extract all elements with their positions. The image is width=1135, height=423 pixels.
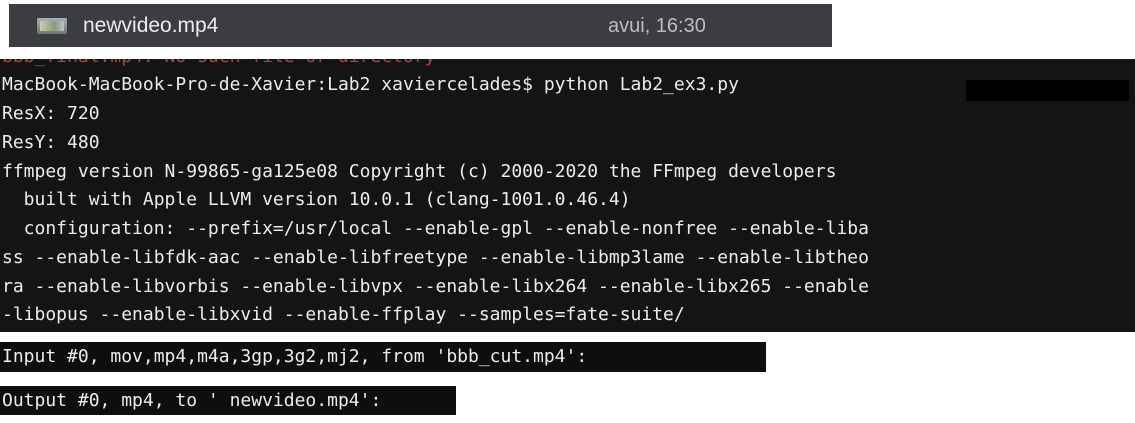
- terminal-output-strip: Output #0, mp4, to ' newvideo.mp4':: [0, 386, 456, 415]
- terminal-line-configuration-4: -libopus --enable-libxvid --enable-ffpla…: [2, 304, 685, 325]
- video-file-icon: [37, 18, 67, 34]
- terminal-input-line: Input #0, mov,mp4,m4a,3gp,3g2,mj2, from …: [2, 346, 588, 367]
- terminal-line-configuration: configuration: --prefix=/usr/local --ena…: [2, 218, 869, 239]
- terminal-output-line: Output #0, mp4, to ' newvideo.mp4':: [2, 390, 382, 411]
- terminal-line-resy: ResY: 480: [2, 132, 100, 153]
- finder-file-row[interactable]: newvideo.mp4 avui, 16:30: [9, 4, 832, 47]
- terminal-command-line: MacBook-MacBook-Pro-de-Xavier:Lab2 xavie…: [2, 74, 739, 95]
- terminal-error-line: bbb_final.mp4: No such file or directory: [2, 59, 435, 69]
- redaction-bar: [966, 80, 1129, 101]
- terminal-line-ffmpeg-version: ffmpeg version N-99865-ga125e08 Copyrigh…: [2, 161, 837, 182]
- terminal-line-configuration-3: ra --enable-libvorbis --enable-libvpx --…: [2, 276, 869, 297]
- file-modified-date: avui, 16:30: [608, 15, 706, 37]
- terminal-line-built-with: built with Apple LLVM version 10.0.1 (cl…: [2, 189, 631, 210]
- terminal-input-strip: Input #0, mov,mp4,m4a,3gp,3g2,mj2, from …: [0, 342, 766, 372]
- terminal-window[interactable]: bbb_final.mp4: No such file or directory…: [0, 59, 1135, 332]
- terminal-line-configuration-2: ss --enable-libfdk-aac --enable-libfreet…: [2, 247, 869, 268]
- terminal-line-resx: ResX: 720: [2, 103, 100, 124]
- file-name: newvideo.mp4: [83, 14, 219, 37]
